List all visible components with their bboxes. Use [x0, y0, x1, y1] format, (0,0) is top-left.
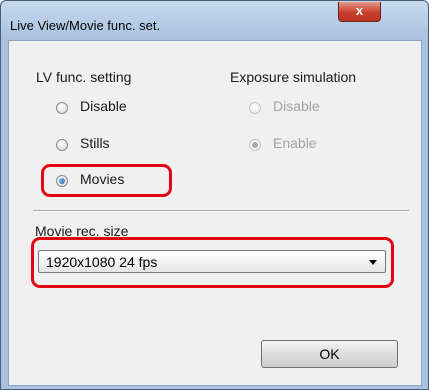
dialog-window: Live View/Movie func. set. x LV func. se… — [0, 0, 429, 390]
movie-rec-highlight-annotation — [31, 237, 394, 288]
radio-lv-disable[interactable] — [56, 102, 68, 114]
radio-exp-disable-label: Disable — [273, 98, 320, 114]
close-icon: x — [355, 3, 364, 18]
lv-func-heading: LV func. setting — [36, 69, 132, 85]
radio-lv-stills[interactable] — [56, 139, 68, 151]
movies-highlight-annotation — [41, 164, 172, 197]
radio-exp-disable — [249, 102, 261, 114]
radio-selected-dot — [252, 142, 258, 148]
ok-button[interactable]: OK — [261, 340, 398, 368]
radio-lv-stills-label[interactable]: Stills — [80, 135, 110, 151]
radio-exp-enable — [249, 139, 261, 151]
radio-exp-enable-label: Enable — [273, 135, 317, 151]
radio-lv-disable-label[interactable]: Disable — [80, 98, 127, 114]
exposure-sim-heading: Exposure simulation — [230, 69, 357, 85]
section-divider — [33, 210, 409, 212]
window-title: Live View/Movie func. set. — [10, 18, 161, 33]
close-button[interactable]: x — [338, 2, 381, 22]
dialog-client-area: LV func. setting Disable Stills Movies E… — [8, 40, 422, 386]
